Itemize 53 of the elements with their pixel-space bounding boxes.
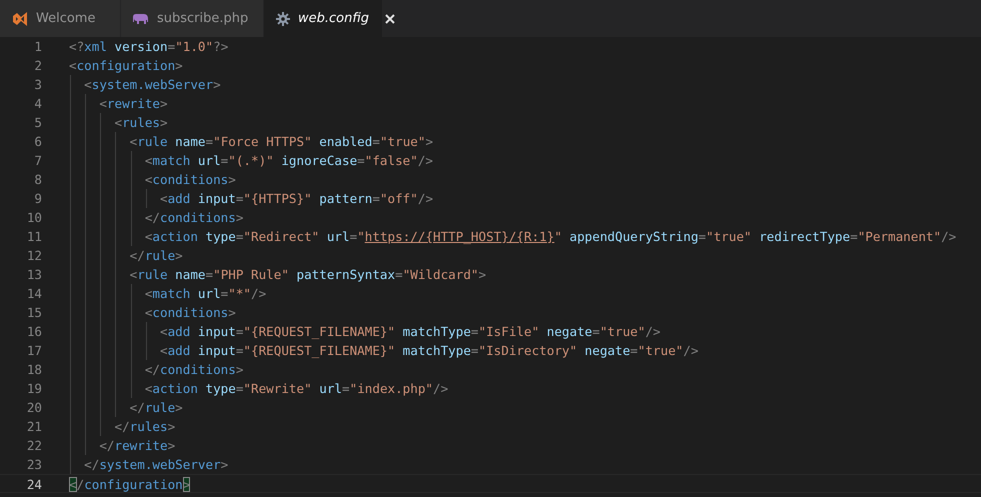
- code-line: <match url="(.*)" ignoreCase="false"/>: [69, 151, 434, 170]
- line-number: 3: [33, 76, 42, 94]
- line-number: 6: [33, 133, 42, 151]
- settings-icon: [276, 12, 290, 26]
- line-number: 24: [26, 476, 42, 492]
- tab[interactable]: Welcome: [0, 0, 121, 37]
- code-line: </rules>: [69, 417, 176, 436]
- line-number: 13: [26, 266, 42, 284]
- code-line: </system.webServer>: [69, 455, 228, 474]
- close-icon[interactable]: [385, 14, 396, 24]
- line-number: 10: [26, 209, 42, 227]
- code-line: <rewrite>: [69, 94, 168, 113]
- code-line: </rewrite>: [69, 436, 176, 455]
- line-number: 14: [26, 285, 42, 303]
- code-line: <match url="*"/>: [69, 284, 266, 303]
- code-line: <system.webServer>: [69, 75, 221, 94]
- line-number: 7: [33, 152, 42, 170]
- line-number: 18: [26, 361, 42, 379]
- line-number: 21: [26, 418, 42, 436]
- line-number: 22: [26, 437, 42, 455]
- line-number: 4: [33, 95, 42, 113]
- code-line: <?xml version="1.0"?>: [69, 38, 228, 56]
- code-line: <action type="Redirect" url="https://{HTTP_HOST}/{R:1}" appendQueryString="true" redirectType="Permanent"/>: [69, 227, 956, 246]
- tab[interactable]: subscribe.php: [121, 0, 264, 37]
- line-number: 1: [33, 38, 42, 56]
- code-line: <rule name="PHP Rule" patternSyntax="Wildcard">: [69, 265, 486, 284]
- line-number: 2: [33, 57, 42, 75]
- code-line: </rule>: [69, 398, 183, 417]
- code-line: <conditions>: [69, 170, 236, 189]
- line-number: 23: [26, 456, 42, 474]
- code-line: </conditions>: [69, 360, 244, 379]
- line-number: 12: [26, 247, 42, 265]
- line-number: 9: [33, 190, 42, 208]
- code-line: <conditions>: [69, 303, 236, 322]
- elephant-icon: [133, 12, 149, 24]
- line-number: 17: [26, 342, 42, 360]
- code-line: <add input="{REQUEST_FILENAME}" matchType="IsDirectory" negate="true"/>: [69, 341, 698, 360]
- line-number: 5: [33, 114, 42, 132]
- code-line: </conditions>: [69, 208, 244, 227]
- line-number: 11: [26, 228, 42, 246]
- code-line: <configuration>: [69, 57, 183, 75]
- line-number: 19: [26, 380, 42, 398]
- code-line: <add input="{REQUEST_FILENAME}" matchType="IsFile" negate="true"/>: [69, 322, 661, 341]
- line-number: 16: [26, 323, 42, 341]
- code-line: <rule name="Force HTTPS" enabled="true">: [69, 132, 434, 151]
- line-number: 15: [26, 304, 42, 322]
- logo-icon: [12, 10, 28, 26]
- line-number: 8: [33, 171, 42, 189]
- code-line: <add input="{HTTPS}" pattern="off"/>: [69, 189, 434, 208]
- code-line: </rule>: [69, 246, 183, 265]
- line-number: 20: [26, 399, 42, 417]
- code-line: <rules>: [69, 113, 168, 132]
- code-line: <action type="Rewrite" url="index.php"/>: [69, 379, 448, 398]
